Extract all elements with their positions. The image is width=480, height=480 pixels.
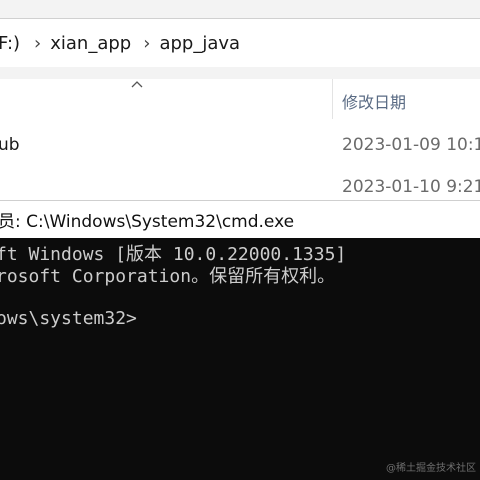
console-line-copyright: rosoft Corporation。保留所有权利。 (0, 266, 336, 287)
file-name: ub (0, 135, 20, 155)
column-header-modified[interactable]: 修改日期 (342, 89, 406, 113)
cmd-window-title: 员: C:\Windows\System32\cmd.exe (0, 212, 295, 232)
explorer-gap (0, 67, 480, 79)
sort-ascending-icon[interactable] (130, 79, 144, 89)
cmd-console-output[interactable]: ft Windows [版本 10.0.22000.1335] rosoft C… (0, 238, 480, 480)
column-divider[interactable] (332, 79, 333, 119)
chevron-right-icon[interactable]: › (34, 33, 41, 54)
file-row[interactable]: ub 2023-01-09 10:17 (0, 127, 480, 163)
cmd-window: 员: C:\Windows\System32\cmd.exe ft Window… (0, 200, 480, 480)
column-header-row: 修改日期 (0, 79, 480, 119)
file-list: 修改日期 ub 2023-01-09 10:17 2023-01-10 9:21 (0, 79, 480, 200)
chevron-right-icon[interactable]: › (143, 33, 150, 54)
file-modified-date: 2023-01-10 9:21 (342, 177, 480, 197)
breadcrumb-drive[interactable]: F:) (0, 33, 20, 54)
console-prompt[interactable]: ows\system32> (0, 308, 137, 329)
breadcrumb-app-java[interactable]: app_java (159, 33, 240, 54)
breadcrumb-xian-app[interactable]: xian_app (50, 33, 131, 54)
file-modified-date: 2023-01-09 10:17 (342, 135, 480, 155)
cmd-title-bar[interactable]: 员: C:\Windows\System32\cmd.exe (0, 200, 480, 239)
explorer-top-strip (0, 0, 480, 18)
watermark-text: @稀土掘金技术社区 (386, 463, 476, 474)
address-bar[interactable]: F:) › xian_app › app_java (0, 18, 480, 68)
file-explorer-window: F:) › xian_app › app_java 修改日期 ub 2023-0… (0, 0, 480, 200)
